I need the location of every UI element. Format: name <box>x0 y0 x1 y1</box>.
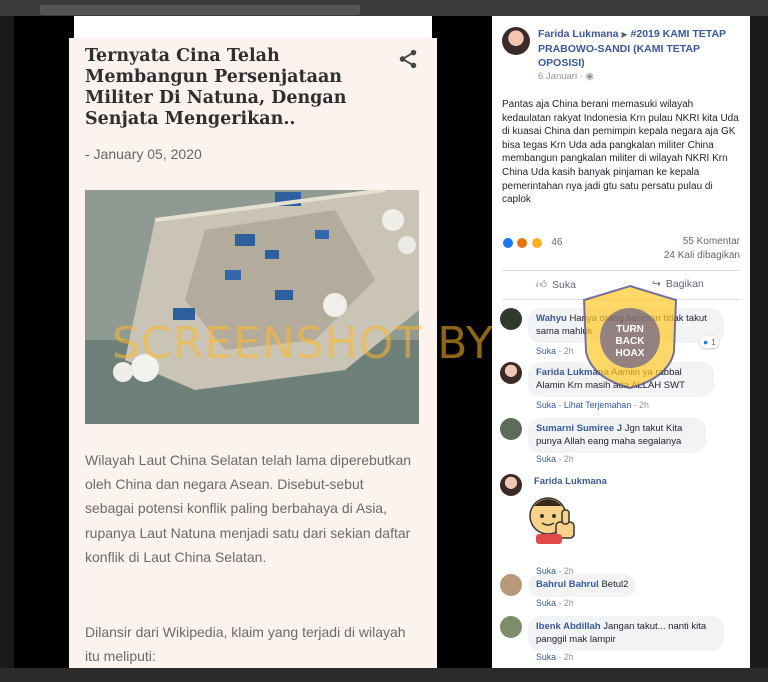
turnbackhoax-seal-icon: TURN BACK HOAX <box>582 284 678 390</box>
article-paragraph-2: Dilansir dari Wikipedia, klaim yang terj… <box>85 624 406 665</box>
comment-meta: Suka · Lihat Terjemahan · 2h <box>536 400 649 410</box>
commenter-name[interactable]: Sumarni Sumiree J <box>536 423 622 434</box>
comment-bubble: Sumarni Sumiree J Jgn takut Kita punya A… <box>528 418 706 453</box>
avatar[interactable] <box>500 474 522 496</box>
reaction-count: 46 <box>551 237 563 249</box>
divider <box>502 270 740 271</box>
wow-reaction-icon <box>530 236 543 249</box>
watermark-text: SCREENSHOT BY <box>112 318 494 369</box>
comment-time[interactable]: 2h <box>564 346 574 356</box>
comments-count[interactable]: 55 Komentar <box>664 235 740 249</box>
bottom-strip <box>0 668 768 682</box>
comment-like-badge[interactable]: ● 1 <box>700 336 719 348</box>
commenter-name[interactable]: Wahyu <box>536 313 567 324</box>
comment-like-link[interactable]: Suka <box>536 346 556 356</box>
commenter-name[interactable]: Bahrul Bahrul <box>536 579 599 590</box>
avatar[interactable] <box>500 362 522 384</box>
comment-time[interactable]: 2h <box>639 400 649 410</box>
svg-text:TURN: TURN <box>616 324 644 335</box>
comment-time[interactable]: 2h <box>564 454 574 464</box>
globe-icon: · ◉ <box>579 71 594 82</box>
post-text: Pantas aja China berani memasuki wilayah… <box>502 99 739 206</box>
comment-like-link[interactable]: Suka <box>536 652 556 662</box>
reactions-summary[interactable]: 46 <box>502 234 563 249</box>
article-title: Ternyata Cina Telah Membangun Persenjata… <box>85 46 347 129</box>
comment-like-link[interactable]: Suka <box>536 400 556 410</box>
arrow-right-icon: ▶ <box>621 30 628 39</box>
satellite-image <box>85 190 419 424</box>
commenter-name[interactable]: Ibenk Abdillah <box>536 621 601 632</box>
post-stats: 55 Komentar 24 Kali dibagikan <box>664 235 740 263</box>
browser-top-strip <box>0 0 768 16</box>
comment-meta: Suka · 2h <box>536 652 574 662</box>
comment-like-link[interactable]: Suka <box>536 454 556 464</box>
comment-like-link[interactable]: Suka <box>536 598 556 608</box>
comment-bubble: Ibenk Abdillah Jangan takut... nanti kit… <box>528 616 724 651</box>
author-avatar[interactable] <box>502 27 530 55</box>
share-icon[interactable] <box>397 48 419 70</box>
comment-bubble: Bahrul Bahrul Betul2 <box>528 574 637 597</box>
comment-text: Betul2 <box>601 579 629 590</box>
svg-text:BACK: BACK <box>616 336 646 347</box>
angry-reaction-icon <box>516 236 529 249</box>
article-date: - January 05, 2020 <box>85 146 202 162</box>
address-bar[interactable] <box>40 5 360 15</box>
comment-meta: Suka · 2h <box>536 346 574 356</box>
translate-link[interactable]: Lihat Terjemahan <box>564 400 631 410</box>
comment-time[interactable]: 2h <box>564 652 574 662</box>
comment-meta: Suka · 2h <box>536 598 574 608</box>
post-meta: 6 Januari · ◉ <box>538 71 594 82</box>
thumbs-up-icon: 👍︎ <box>536 279 547 291</box>
article-paragraph-1: Wilayah Laut China Selatan telah lama di… <box>85 452 412 565</box>
like-reaction-icon <box>502 236 514 249</box>
avatar[interactable] <box>500 616 522 638</box>
author-name[interactable]: Farida Lukmana <box>538 28 619 40</box>
shares-count[interactable]: 24 Kali dibagikan <box>664 249 740 263</box>
comment-time[interactable]: 2h <box>564 598 574 608</box>
avatar[interactable] <box>500 574 522 596</box>
like-button[interactable]: 👍︎ Suka <box>536 278 576 292</box>
like-label: Suka <box>551 278 576 291</box>
article-top-bar <box>74 16 432 40</box>
post-date[interactable]: 6 Januari <box>538 71 577 82</box>
like-badge-count: 1 <box>711 337 716 347</box>
post-header: Farida Lukmana ▶ #2019 KAMI TETAP PRABOW… <box>538 27 744 70</box>
commenter-name[interactable]: Farida Lukmana <box>534 476 607 487</box>
avatar[interactable] <box>500 418 522 440</box>
like-badge-icon: ● <box>703 337 709 347</box>
thumbs-up-sticker-icon <box>529 497 575 544</box>
svg-text:HOAX: HOAX <box>616 348 645 359</box>
comment-meta: Suka · 2h <box>536 454 574 464</box>
avatar[interactable] <box>500 308 522 330</box>
